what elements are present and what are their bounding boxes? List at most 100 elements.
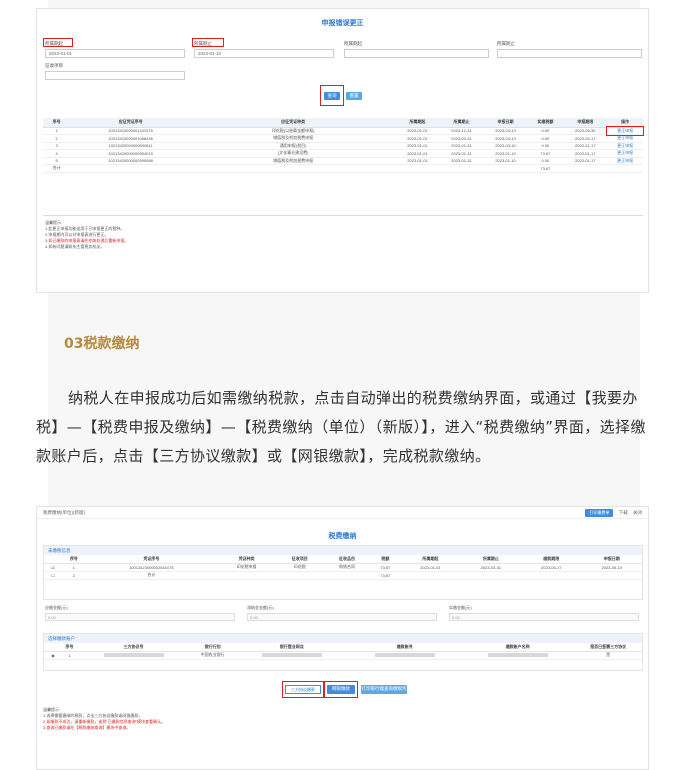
- cell: 1: [62, 563, 86, 572]
- col-header: 三方协议号: [77, 643, 191, 652]
- masked-cell: [235, 651, 349, 660]
- col-header: 序号: [62, 555, 86, 564]
- window-topbar: 税费缴纳(单位)(新版) 打印缴费单 下载 关闭: [37, 507, 648, 519]
- cell: (文化事业建设费): [190, 149, 396, 158]
- cell: 10213420000000990088: [70, 157, 191, 165]
- masked-cell: [77, 651, 191, 660]
- correct-link[interactable]: 更正申报: [607, 149, 643, 158]
- window-title: 税费缴纳(单位)(新版): [43, 510, 85, 515]
- note-line: 3.查询已缴款请在【税款缴纳查询】模块中查询。: [43, 725, 131, 730]
- period-end2-input[interactable]: [497, 49, 642, 58]
- highlight-box: [192, 38, 224, 47]
- cell: 增值税及附加税费申报: [190, 157, 396, 165]
- print-voucher-button[interactable]: 打印银行端查询缴税凭证: [361, 685, 407, 699]
- reset-button[interactable]: 重置: [346, 92, 362, 100]
- print-button[interactable]: 打印缴费单: [585, 509, 614, 517]
- table-row: 3 10213420000000690611 通用申报(税目) 2023-01-…: [43, 142, 643, 150]
- cell: 10213420000000690611: [70, 142, 191, 150]
- cell: 2023-01-17: [563, 142, 608, 150]
- cell: 73.67: [370, 563, 401, 572]
- table-row: 5 10213420000000990088 增值税及附加税费申报 2023-0…: [43, 157, 643, 165]
- cell: 2023-01-17: [563, 157, 608, 165]
- field-label-start2: 所属期起: [344, 41, 362, 46]
- period-start2-input[interactable]: [344, 49, 489, 58]
- cell: 73.67: [370, 571, 401, 580]
- sum-input: 0.00: [45, 613, 235, 621]
- unpaid-section-header: 未缴税信息: [44, 546, 642, 555]
- row-checkbox[interactable]: ☐: [44, 571, 62, 580]
- table-row: 1 10013423000001241076 印花税(以账载金额申报) 2023…: [43, 126, 644, 136]
- highlight-box: [43, 38, 73, 47]
- correct-link[interactable]: 更正申报: [607, 142, 643, 150]
- col-header: 是否已签署三方协议: [574, 643, 642, 652]
- payment-notes: 温馨提示： 1.选择需要缴纳的税款，点击三方协议缴款或网银缴款。 2.如缴款不成…: [43, 707, 165, 731]
- col-header: 所属期止: [460, 555, 522, 564]
- project-label: 征收项目: [45, 63, 63, 68]
- cell: 2023-04-19: [483, 134, 528, 143]
- cell: 4: [43, 149, 71, 158]
- correct-link[interactable]: 更正申报: [606, 126, 644, 136]
- col-header: 税额: [370, 555, 401, 564]
- cell: 0.00: [527, 134, 564, 143]
- notes-box: 温馨提示： 1.此更正申报功能适用于已申报更正的税种。 2.申报期内可以对申报表…: [43, 215, 643, 287]
- top-actions: 打印缴费单 下载 关闭: [585, 509, 642, 517]
- col-header: 实缴税额: [527, 118, 564, 128]
- row-checkbox[interactable]: ☑: [44, 563, 62, 572]
- unpaid-section: 未缴税信息 序号 凭证序号 凭证种类 征收项目 征收品目 税额 所属期起 所属期…: [43, 545, 643, 600]
- cell: 印花税(以账载金额申报): [190, 127, 396, 135]
- col-header: 所属期起: [395, 118, 440, 128]
- col-header: 征收品目: [323, 555, 371, 564]
- cell: 1: [43, 127, 71, 135]
- correct-link[interactable]: 更正申报: [607, 134, 643, 143]
- cell: 10013423000001068436: [70, 134, 191, 143]
- total-label: 合计: [43, 164, 71, 173]
- sum-label: 滞纳金金额(元): [247, 605, 274, 610]
- cell: 通用申报(税目): [190, 142, 396, 150]
- cell: 2023-12-31: [439, 127, 484, 135]
- cell: 2023-03-31: [460, 563, 522, 572]
- cell: 0.00: [527, 142, 564, 150]
- close-button[interactable]: 关闭: [633, 510, 642, 515]
- correction-screenshot: 申报错误更正 所属期起 2023-01-01 所属期止 2023-01-10 所…: [36, 8, 649, 293]
- cell: 印花税: [276, 563, 324, 572]
- table-row[interactable]: ◉ 1 中国农业银行 是: [44, 651, 642, 660]
- project-select[interactable]: [45, 71, 185, 80]
- download-button[interactable]: 下载: [619, 510, 628, 515]
- correction-title: 申报错误更正: [321, 20, 364, 27]
- cell: 1: [62, 651, 78, 660]
- masked-cell: [461, 651, 575, 660]
- cell: 购销合同: [323, 563, 371, 572]
- period-start-input[interactable]: 2023-01-01: [45, 49, 185, 58]
- account-table: 序号 三方协议号 银行行别 银行营业网点 缴款账号 缴款账户名称 是否已签署三方…: [44, 643, 642, 660]
- account-radio[interactable]: ◉: [44, 651, 62, 660]
- cell: 5: [43, 157, 71, 165]
- cell: 2023-03-31: [439, 134, 484, 143]
- cell: 2023-04-19: [483, 127, 528, 135]
- declaration-table: 序号 应征凭证序号 应征凭证种类 所属期起 所属期止 申报日期 实缴税额 申报期…: [43, 118, 644, 173]
- highlight-box: [324, 681, 358, 698]
- col-header: 应征凭证序号: [70, 118, 191, 128]
- cell: 2023-03-10: [483, 142, 528, 150]
- table-row: 4 10213420000000954015 (文化事业建设费) 2023-01…: [43, 149, 643, 158]
- cell: 2023-06-30: [563, 127, 608, 135]
- sum-input: 0.00: [247, 613, 437, 621]
- unpaid-table: 序号 凭证序号 凭证种类 征收项目 征收品目 税额 所属期起 所属期止 缴款期限…: [44, 555, 642, 580]
- cell: 2023-01-31: [439, 157, 484, 165]
- cell: 0.00: [527, 127, 564, 135]
- masked-cell: [348, 651, 462, 660]
- total-value: 73.67: [527, 164, 564, 173]
- cell: 10013423000002541078: [85, 563, 218, 572]
- cell: 合计: [85, 571, 218, 580]
- field-label-end2: 所属期止: [497, 41, 515, 46]
- table-row: ☐ 2 合计 73.67: [44, 571, 642, 580]
- col-header: 所属期止: [439, 118, 484, 128]
- col-header: 操作: [607, 118, 643, 128]
- cell: 2023-01-01: [395, 149, 440, 158]
- correct-link[interactable]: 更正申报: [607, 157, 643, 165]
- col-header: 申报期限: [563, 118, 608, 128]
- cell: 2023-05-17: [521, 563, 582, 572]
- table-row-total: 合计 73.67: [43, 164, 643, 173]
- period-end-input[interactable]: 2023-01-10: [194, 49, 334, 58]
- col-header: 缴款账号: [348, 643, 462, 652]
- cell: 是: [574, 651, 642, 660]
